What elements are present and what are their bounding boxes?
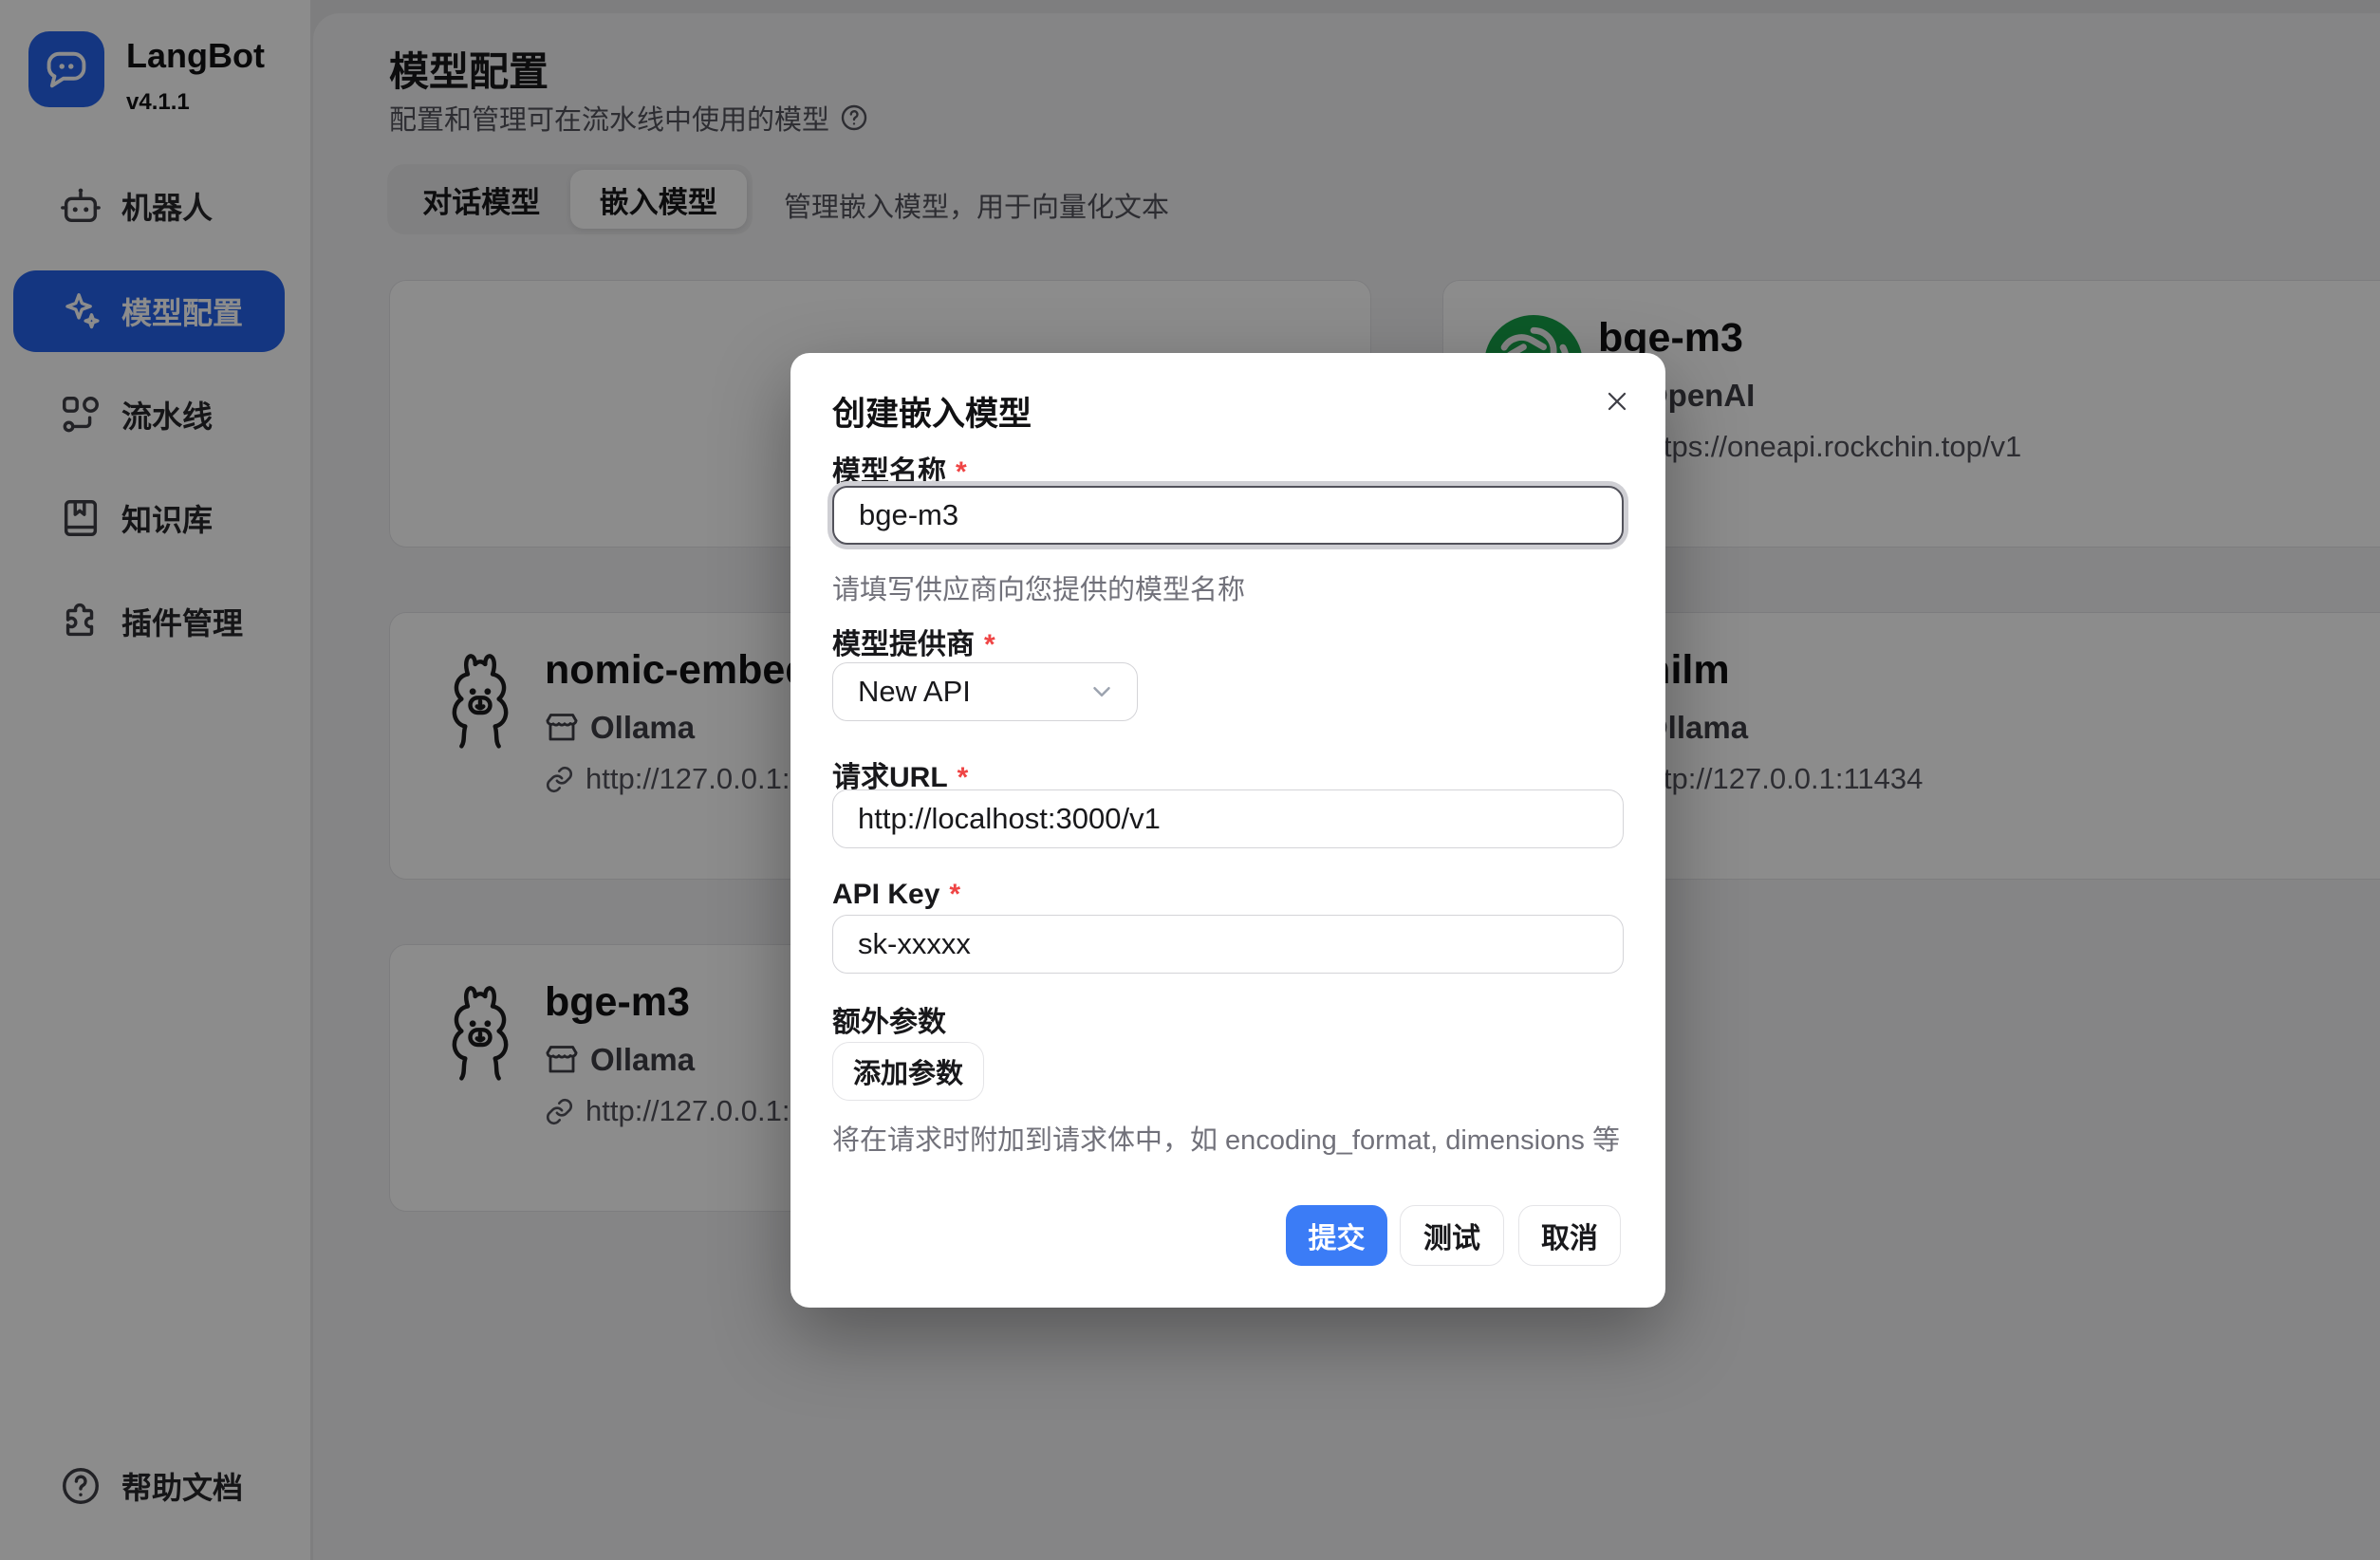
submit-button[interactable]: 提交 (1286, 1205, 1387, 1266)
model-provider-select[interactable]: New API (832, 662, 1138, 721)
request-url-input[interactable] (832, 789, 1624, 848)
api-key-label: API Key* (832, 879, 960, 911)
test-button[interactable]: 测试 (1400, 1205, 1504, 1266)
model-provider-label: 模型提供商* (832, 621, 995, 662)
extra-params-label: 额外参数 (832, 998, 946, 1040)
add-param-button[interactable]: 添加参数 (832, 1042, 984, 1101)
extra-params-help: 将在请求时附加到请求体中，如 encoding_format, dimensio… (832, 1118, 1620, 1158)
dialog-title: 创建嵌入模型 (832, 387, 1032, 436)
required-asterisk: * (984, 629, 995, 660)
api-key-input[interactable] (832, 915, 1624, 974)
close-icon[interactable] (1601, 385, 1633, 418)
selected-provider: New API (858, 675, 971, 709)
required-asterisk: * (956, 456, 967, 488)
model-name-input[interactable] (832, 486, 1624, 545)
model-name-label: 模型名称* (832, 448, 967, 490)
chevron-down-icon (1088, 678, 1116, 706)
create-embedding-model-dialog: 创建嵌入模型 模型名称* 请填写供应商向您提供的模型名称 模型提供商* New … (790, 353, 1665, 1308)
required-asterisk: * (949, 879, 960, 910)
model-name-help: 请填写供应商向您提供的模型名称 (832, 567, 1245, 607)
cancel-button[interactable]: 取消 (1518, 1205, 1621, 1266)
